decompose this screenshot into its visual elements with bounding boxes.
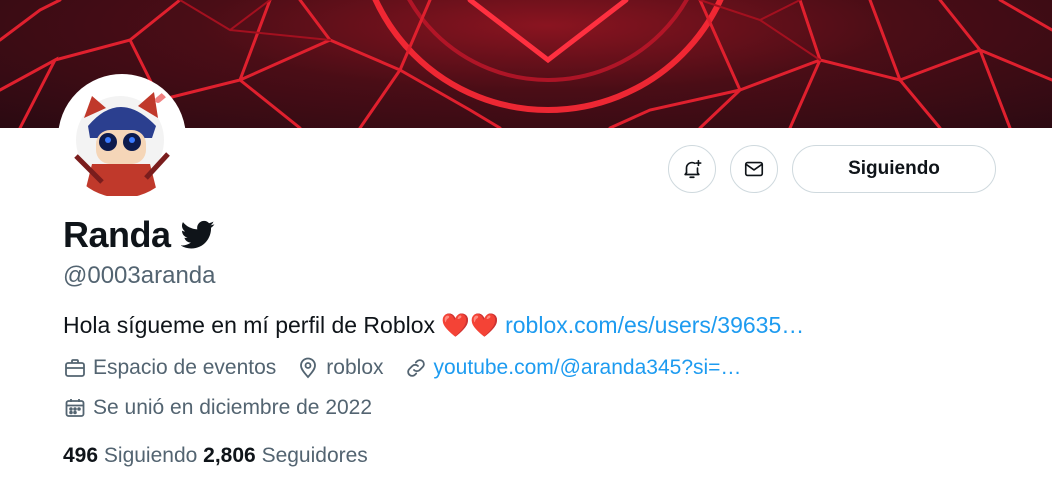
profile-meta: Espacio de eventos roblox youtube.com/@a… <box>63 356 761 380</box>
location-pin-icon <box>300 357 317 379</box>
bio-hearts: ❤️❤️ <box>441 312 499 338</box>
bio-link[interactable]: roblox.com/es/users/39635… <box>505 312 804 338</box>
profile-category: Espacio de eventos <box>63 356 276 380</box>
profile-website: youtube.com/@aranda345?si=… <box>404 356 742 380</box>
bell-plus-icon <box>684 159 702 179</box>
avatar[interactable] <box>58 74 186 202</box>
follow-stats: 496 Siguiendo 2,806 Seguidores <box>63 444 368 468</box>
location-label: roblox <box>326 356 384 379</box>
user-handle: @0003aranda <box>63 262 216 289</box>
followers-count: 2,806 <box>203 444 256 467</box>
display-name: Randa <box>63 214 171 255</box>
bird-icon <box>180 220 215 250</box>
calendar-icon <box>65 399 85 417</box>
message-button[interactable] <box>730 145 778 193</box>
following-count: 496 <box>63 444 99 467</box>
profile-name-row: Randa <box>63 214 215 256</box>
bio-text: Hola sígueme en mí perfil de Roblox <box>63 312 442 338</box>
profile-joined: Se unió en diciembre de 2022 <box>63 396 372 420</box>
link-icon <box>406 359 425 377</box>
followers-stat[interactable]: 2,806 Seguidores <box>203 444 368 467</box>
envelope-icon <box>744 161 764 177</box>
website-link[interactable]: youtube.com/@aranda345?si=… <box>434 356 742 380</box>
avatar-image <box>62 78 182 198</box>
followers-label: Seguidores <box>261 444 368 467</box>
profile-bio: Hola sígueme en mí perfil de Roblox ❤️❤️… <box>63 312 804 339</box>
profile-actions: Siguiendo <box>668 145 996 193</box>
following-stat[interactable]: 496 Siguiendo <box>63 444 197 467</box>
following-button[interactable]: Siguiendo <box>792 145 996 193</box>
briefcase-icon <box>65 359 85 377</box>
notifications-button[interactable] <box>668 145 716 193</box>
following-label: Siguiendo <box>103 444 198 467</box>
profile-location: roblox <box>296 356 384 380</box>
joined-label: Se unió en diciembre de 2022 <box>93 396 373 419</box>
category-label: Espacio de eventos <box>93 356 277 379</box>
